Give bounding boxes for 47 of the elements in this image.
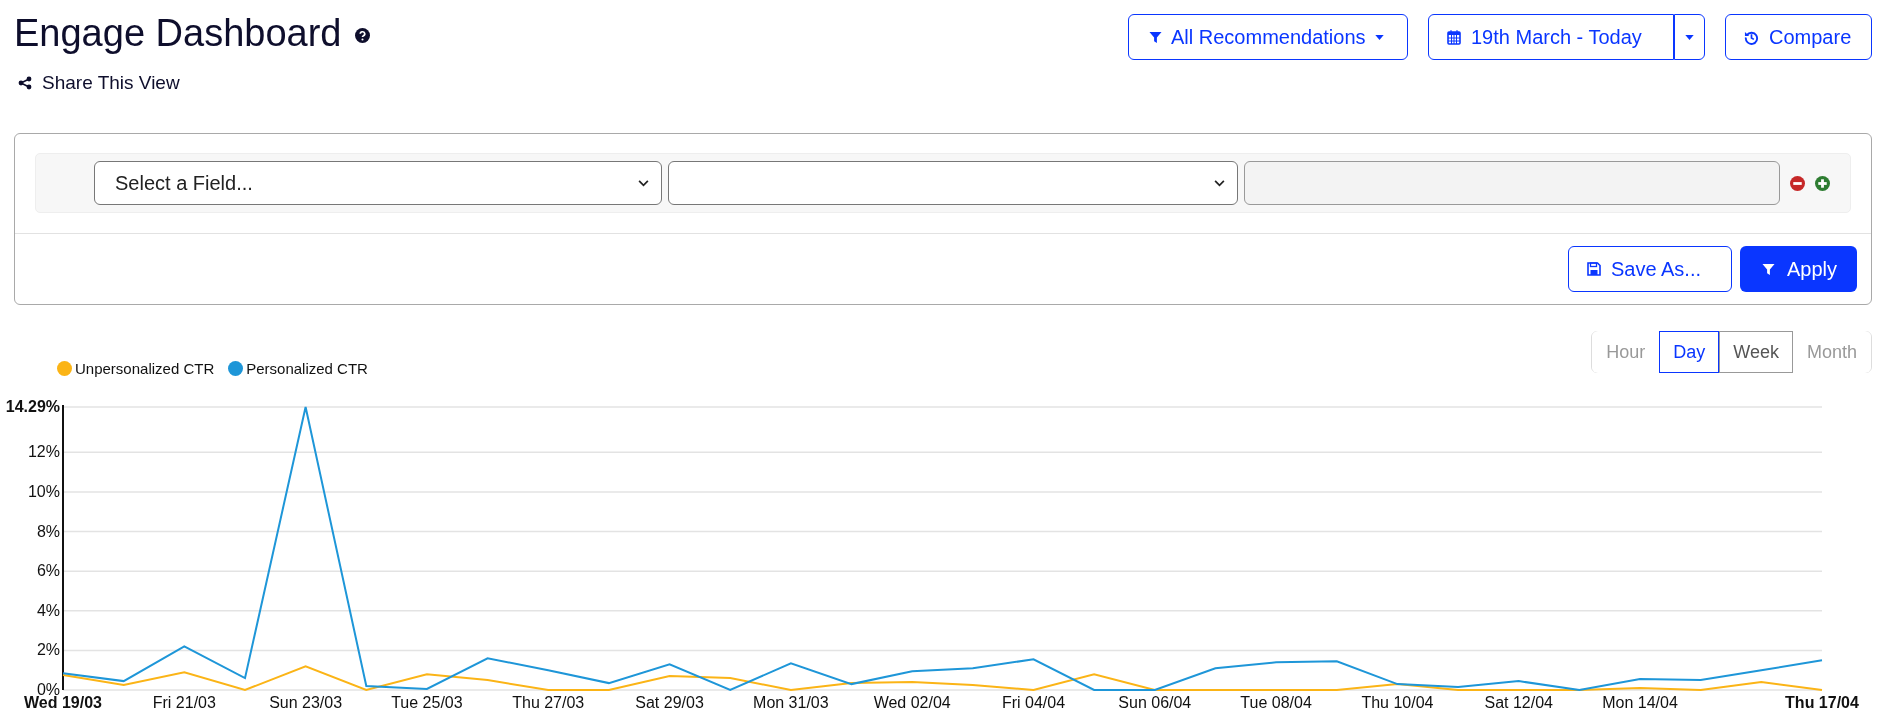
chevron-down-icon (1214, 179, 1225, 187)
compare-button[interactable]: Compare (1725, 14, 1872, 60)
y-axis-label: 14.29% (5, 398, 60, 415)
share-icon (18, 75, 32, 90)
date-range-button[interactable]: 19th March - Today (1428, 14, 1674, 60)
history-icon (1744, 29, 1759, 45)
share-link[interactable]: Share This View (14, 71, 371, 94)
y-axis-label: 6% (36, 562, 60, 580)
x-axis-label: Tue 25/03 (391, 694, 463, 711)
remove-icon[interactable] (1790, 175, 1805, 191)
legend-label: Personalized CTR (246, 360, 368, 377)
y-axis-label: 10% (27, 482, 60, 500)
x-axis-label: Sat 12/04 (1484, 694, 1553, 711)
legend-label: Unpersonalized CTR (75, 360, 215, 377)
granularity-tab[interactable]: Day (1659, 331, 1720, 373)
help-icon[interactable] (355, 28, 371, 44)
x-axis-label: Mon 31/03 (753, 694, 829, 711)
x-axis-label: Sun 23/03 (269, 694, 343, 711)
date-range-dropdown-button[interactable] (1674, 14, 1705, 60)
x-axis-label: Sat 29/03 (635, 694, 704, 711)
filter-icon (1149, 30, 1162, 44)
y-axis-label: 8% (36, 522, 60, 540)
y-axis-label: 12% (27, 443, 60, 461)
operator-select[interactable] (668, 161, 1238, 205)
page-title: Engage Dashboard (14, 12, 342, 56)
field-select[interactable]: Select a Field... (94, 161, 662, 205)
apply-button[interactable]: Apply (1739, 246, 1857, 292)
x-axis-label: Tue 08/04 (1240, 694, 1312, 711)
filter-icon (1761, 262, 1775, 276)
save-as-button[interactable]: Save As... (1567, 246, 1732, 292)
caret-icon (1685, 34, 1694, 40)
x-axis-label: Fri 04/04 (1001, 694, 1066, 711)
calendar-icon (1447, 29, 1461, 45)
x-axis-label: Sun 06/04 (1118, 694, 1192, 711)
granularity-tab[interactable]: Week (1719, 331, 1793, 373)
x-axis-label: Thu 27/03 (512, 694, 585, 711)
chevron-down-icon (638, 179, 649, 187)
add-icon[interactable] (1815, 175, 1830, 191)
x-axis-label: Wed 02/04 (873, 694, 951, 711)
x-axis-label: Mon 14/04 (1602, 694, 1678, 711)
y-axis-label: 4% (36, 601, 60, 619)
x-axis-label: Fri 21/03 (152, 694, 216, 711)
recommendations-filter-dropdown[interactable]: All Recommendations (1128, 14, 1408, 60)
y-axis-label: 2% (36, 641, 60, 659)
caret-icon (1374, 34, 1384, 40)
x-axis-label: Thu 10/04 (1361, 694, 1434, 711)
x-axis-label: Thu 17/04 (1785, 694, 1859, 711)
